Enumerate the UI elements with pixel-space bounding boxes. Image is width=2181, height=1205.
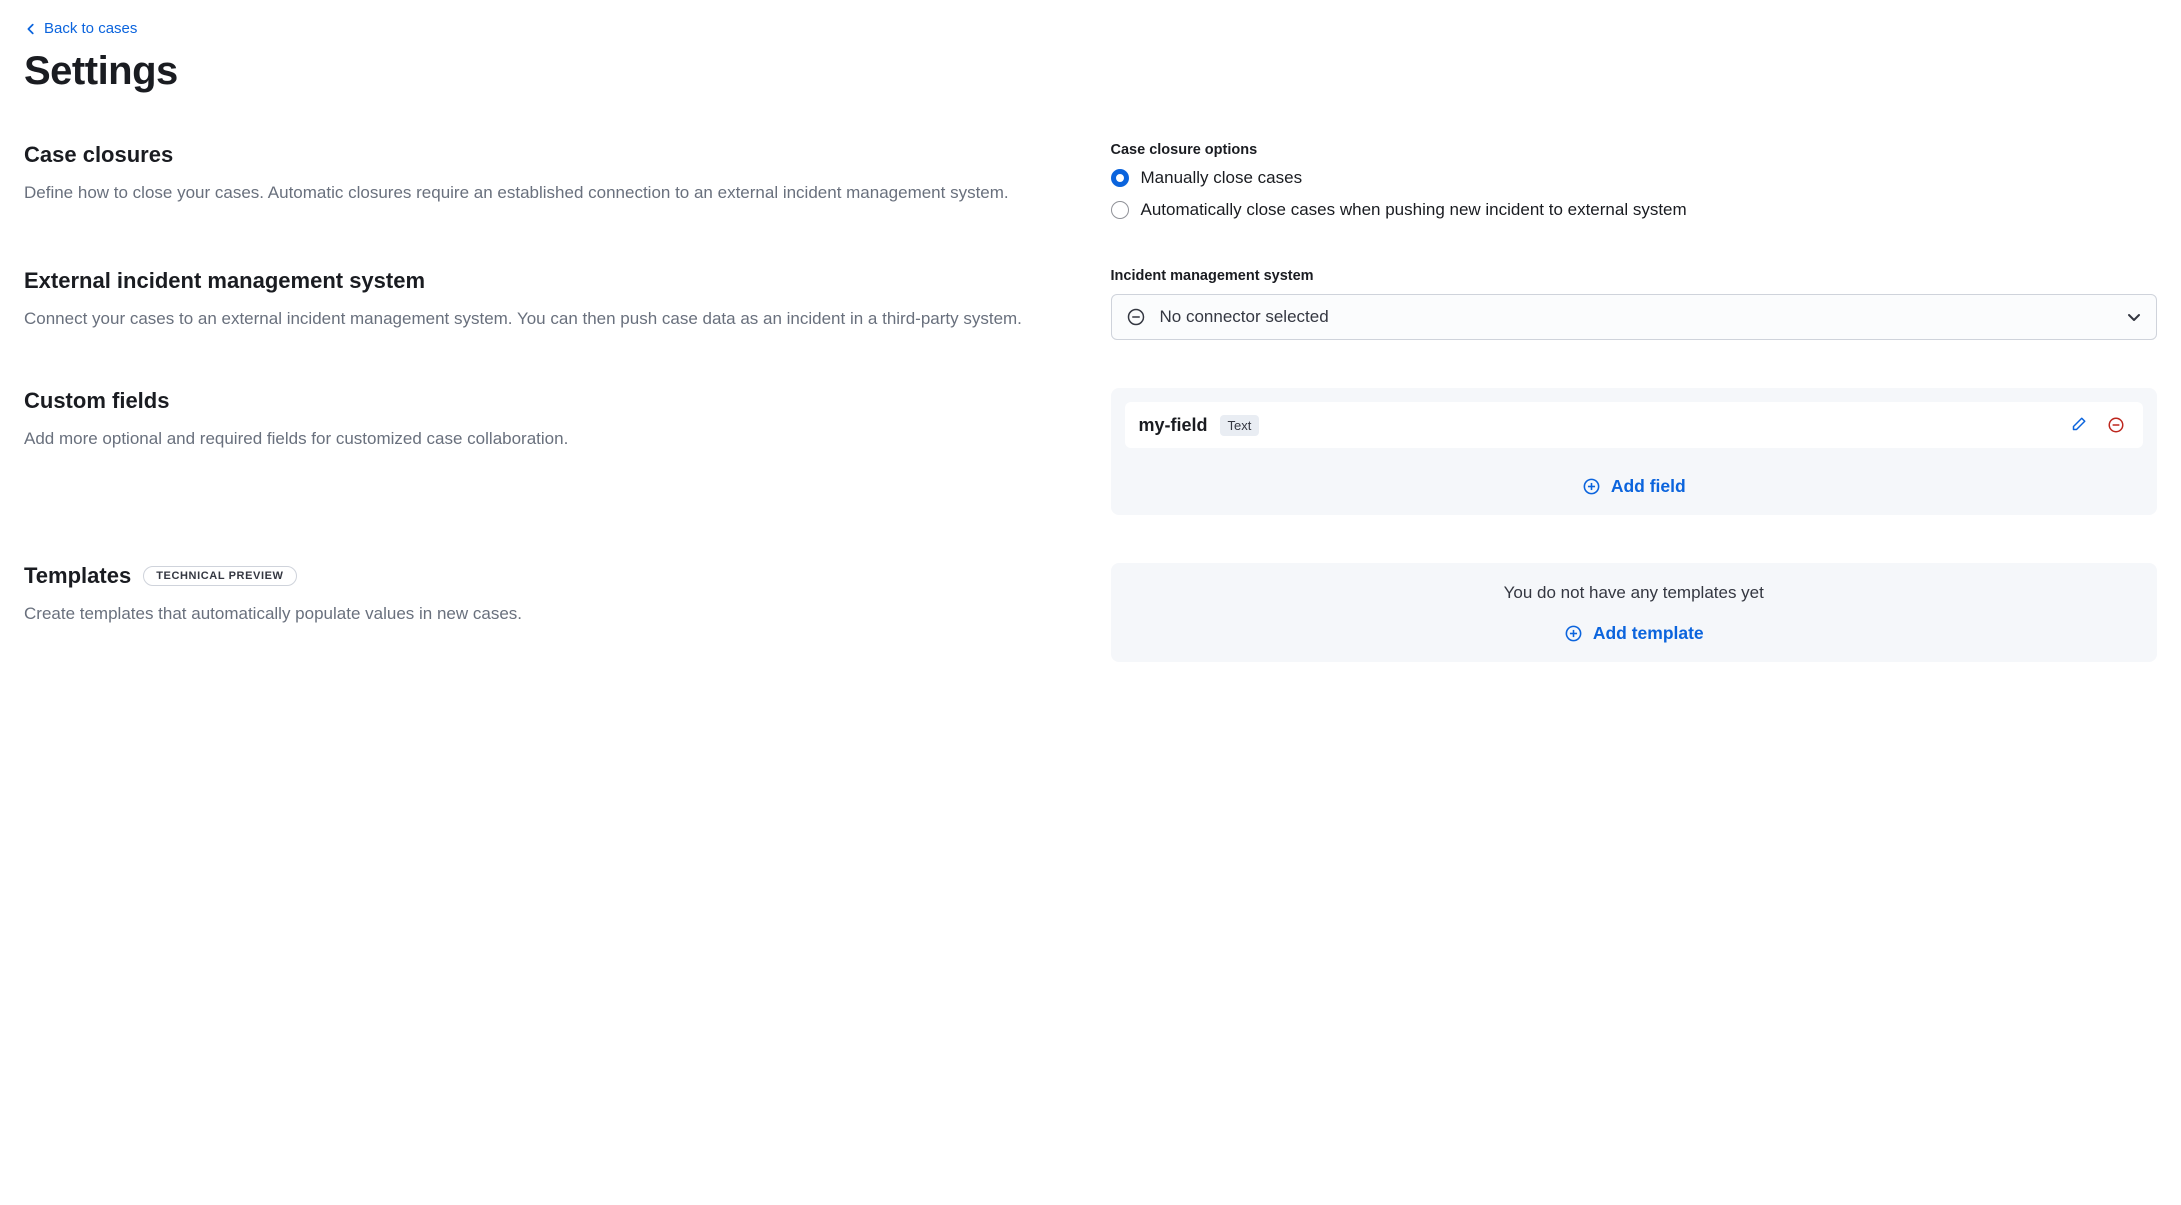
case-closures-description: Define how to close your cases. Automati… [24, 180, 1071, 206]
custom-fields-description: Add more optional and required fields fo… [24, 426, 1071, 452]
page-title: Settings [24, 49, 2157, 94]
minus-circle-icon [2107, 416, 2125, 434]
closure-option-manual[interactable]: Manually close cases [1111, 168, 2158, 188]
radio-indicator-checked-icon [1111, 169, 1129, 187]
add-template-button[interactable]: Add template [1125, 613, 2144, 648]
closure-option-auto-label: Automatically close cases when pushing n… [1141, 200, 1687, 220]
closure-radio-group: Manually close cases Automatically close… [1111, 168, 2158, 220]
chevron-down-icon [2126, 309, 2142, 325]
custom-field-row: my-field Text [1125, 402, 2144, 448]
closure-option-auto[interactable]: Automatically close cases when pushing n… [1111, 200, 2158, 220]
custom-field-name: my-field [1139, 415, 1208, 436]
connector-select-label: Incident management system [1111, 268, 2158, 284]
section-external-system: External incident management system Conn… [24, 268, 2157, 340]
edit-field-button[interactable] [2065, 412, 2091, 438]
plus-circle-icon [1564, 624, 1583, 643]
case-closures-heading: Case closures [24, 142, 1071, 168]
templates-heading: Templates TECHNICAL PREVIEW [24, 563, 1071, 589]
external-heading: External incident management system [24, 268, 1071, 294]
custom-field-type-badge: Text [1220, 415, 1260, 436]
add-field-label: Add field [1611, 476, 1686, 497]
section-case-closures: Case closures Define how to close your c… [24, 142, 2157, 220]
templates-heading-text: Templates [24, 563, 131, 589]
radio-indicator-unchecked-icon [1111, 201, 1129, 219]
chevron-left-icon [24, 22, 38, 36]
technical-preview-badge: TECHNICAL PREVIEW [143, 566, 296, 586]
external-description: Connect your cases to an external incide… [24, 306, 1071, 332]
templates-description: Create templates that automatically popu… [24, 601, 1071, 627]
pencil-icon [2069, 416, 2087, 434]
back-to-cases-label: Back to cases [44, 20, 137, 37]
templates-empty-text: You do not have any templates yet [1125, 577, 2144, 613]
add-field-button[interactable]: Add field [1125, 466, 2144, 501]
plus-circle-icon [1582, 477, 1601, 496]
closure-options-label: Case closure options [1111, 142, 2158, 158]
back-to-cases-link[interactable]: Back to cases [24, 16, 137, 41]
remove-field-button[interactable] [2103, 412, 2129, 438]
section-custom-fields: Custom fields Add more optional and requ… [24, 388, 2157, 515]
templates-panel: You do not have any templates yet Add te… [1111, 563, 2158, 662]
add-template-label: Add template [1593, 623, 1704, 644]
connector-select[interactable]: No connector selected [1111, 294, 2158, 340]
section-templates: Templates TECHNICAL PREVIEW Create templ… [24, 563, 2157, 662]
closure-option-manual-label: Manually close cases [1141, 168, 1303, 188]
custom-fields-panel: my-field Text Add field [1111, 388, 2158, 515]
custom-fields-heading: Custom fields [24, 388, 1071, 414]
minus-circle-icon [1126, 307, 1146, 327]
connector-select-value: No connector selected [1160, 307, 2113, 327]
